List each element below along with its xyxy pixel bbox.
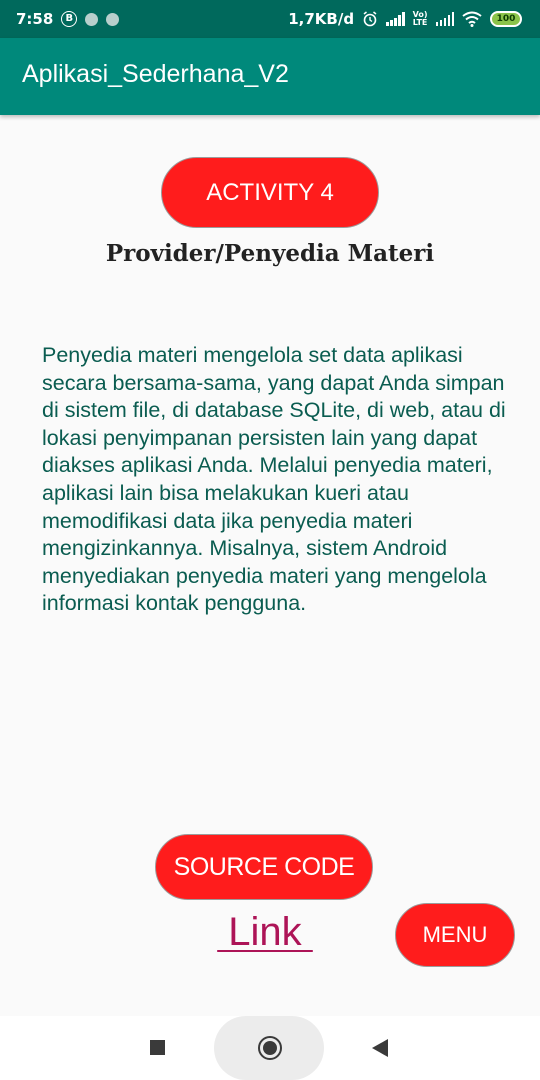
lte-bottom-label: LTE: [412, 18, 428, 27]
menu-button[interactable]: MENU: [395, 903, 515, 967]
description-text: Penyedia materi mengelola set data aplik…: [42, 343, 506, 616]
signal-icon: [435, 12, 454, 26]
signal-icon: [386, 12, 405, 26]
source-code-button[interactable]: SOURCE CODE: [155, 834, 373, 900]
activity-4-button[interactable]: ACTIVITY 4: [161, 157, 379, 228]
status-left: 7:58 B: [16, 10, 120, 28]
notification-dot-icon: [85, 12, 99, 26]
recent-apps-icon[interactable]: [150, 1040, 165, 1055]
back-icon[interactable]: [372, 1039, 388, 1057]
alarm-icon: [363, 11, 377, 27]
status-right: 1,7KB/d Vo) LTE 100: [288, 10, 522, 28]
network-speed: 1,7KB/d: [288, 10, 355, 28]
wifi-icon: [462, 11, 482, 27]
status-time: 7:58: [16, 10, 54, 28]
lte-icon: Vo) LTE: [413, 11, 428, 27]
notification-dot-icon: [106, 12, 120, 26]
b-badge-icon: B: [61, 11, 78, 27]
status-bar: 7:58 B 1,7KB/d Vo) LTE 100: [0, 0, 540, 38]
app-title: Aplikasi_Sederhana_V2: [22, 60, 289, 88]
link[interactable]: Link: [216, 910, 314, 955]
navigation-bar: [0, 1016, 540, 1080]
home-icon[interactable]: [258, 1036, 282, 1060]
battery-icon: 100: [490, 11, 522, 27]
app-bar: Aplikasi_Sederhana_V2: [0, 38, 540, 115]
page-heading: Provider/Penyedia Materi: [105, 240, 435, 267]
